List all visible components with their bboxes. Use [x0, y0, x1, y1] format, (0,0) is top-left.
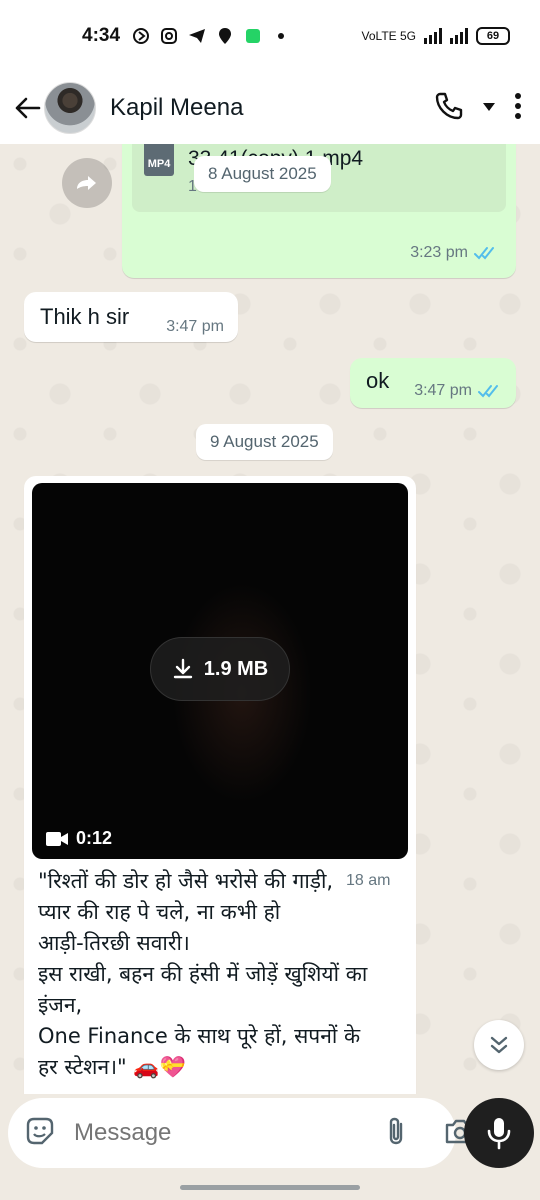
- message-time: 3:23 pm: [410, 244, 468, 261]
- date-chip: 9 August 2025: [196, 424, 333, 460]
- video-caption: "रिश्तों की डोर हो जैसे भरोसे की गाड़ी, …: [38, 866, 390, 1083]
- back-arrow-icon[interactable]: [12, 93, 42, 123]
- download-size: 1.9 MB: [203, 657, 269, 680]
- download-button[interactable]: 1.9 MB: [150, 637, 290, 701]
- app-notification-icon: [244, 27, 262, 45]
- home-indicator[interactable]: [180, 1185, 360, 1190]
- chat-header: Kapil Meena: [0, 72, 540, 144]
- video-duration: 0:12: [46, 828, 112, 849]
- outgoing-message-bubble[interactable]: ok 3:47 pm: [350, 358, 516, 408]
- message-composer: [8, 1098, 475, 1168]
- read-receipt-icon: [478, 385, 498, 398]
- status-bar: 4:34 VoLTE 5G 69: [0, 0, 540, 72]
- more-options-icon[interactable]: [514, 92, 522, 125]
- header-actions: [434, 91, 528, 126]
- message-time: 18 am: [346, 872, 391, 890]
- scroll-to-bottom-button[interactable]: [474, 1020, 524, 1070]
- more-notifications-dot-icon: [272, 27, 290, 45]
- battery-icon: 69: [476, 27, 510, 45]
- attachment-icon[interactable]: [384, 1115, 408, 1152]
- network-type-label: VoLTE 5G: [361, 29, 416, 43]
- notification-icons: [132, 27, 290, 45]
- message-text: Thik h sir: [40, 304, 130, 329]
- video-camera-icon: [46, 831, 68, 846]
- incoming-message-bubble[interactable]: Thik h sir 3:47 pm: [24, 292, 238, 342]
- caption-text: "रिश्तों की डोर हो जैसे भरोसे की गाड़ी, …: [38, 869, 368, 1079]
- forward-icon[interactable]: [62, 158, 112, 208]
- date-chip: 8 August 2025: [194, 156, 331, 192]
- signal-icon-2: [450, 28, 468, 44]
- message-input[interactable]: [74, 1119, 384, 1147]
- chat-messages[interactable]: MP4 one finance ad 2025-08-07 17 33 41(c…: [0, 144, 540, 1094]
- message-meta: 3:23 pm: [410, 244, 498, 262]
- message-meta: 3:47 pm: [414, 382, 502, 400]
- message-text: ok: [366, 368, 390, 393]
- voice-call-icon[interactable]: [434, 91, 464, 126]
- signal-icon: [424, 28, 442, 44]
- mp4-file-icon: MP4: [144, 144, 174, 176]
- contact-name[interactable]: Kapil Meena: [110, 94, 243, 122]
- instagram-icon: [160, 27, 178, 45]
- microphone-icon: [487, 1118, 511, 1150]
- message-time: 3:47 pm: [166, 318, 224, 335]
- message-time: 3:47 pm: [414, 382, 472, 399]
- call-options-chevron-icon[interactable]: [482, 99, 496, 117]
- system-status: VoLTE 5G 69: [362, 27, 510, 45]
- voice-message-button[interactable]: [464, 1098, 534, 1168]
- telegram-icon: [188, 27, 206, 45]
- data-saver-icon: [132, 27, 150, 45]
- sticker-icon[interactable]: [24, 1115, 56, 1152]
- location-icon: [216, 27, 234, 45]
- avatar[interactable]: [44, 82, 96, 134]
- duration-label: 0:12: [76, 828, 113, 848]
- read-receipt-icon: [474, 247, 494, 260]
- download-icon: [173, 658, 192, 679]
- double-chevron-down-icon: [490, 1036, 508, 1054]
- video-thumbnail[interactable]: 1.9 MB 0:12: [32, 483, 408, 859]
- status-time: 4:34: [82, 25, 121, 46]
